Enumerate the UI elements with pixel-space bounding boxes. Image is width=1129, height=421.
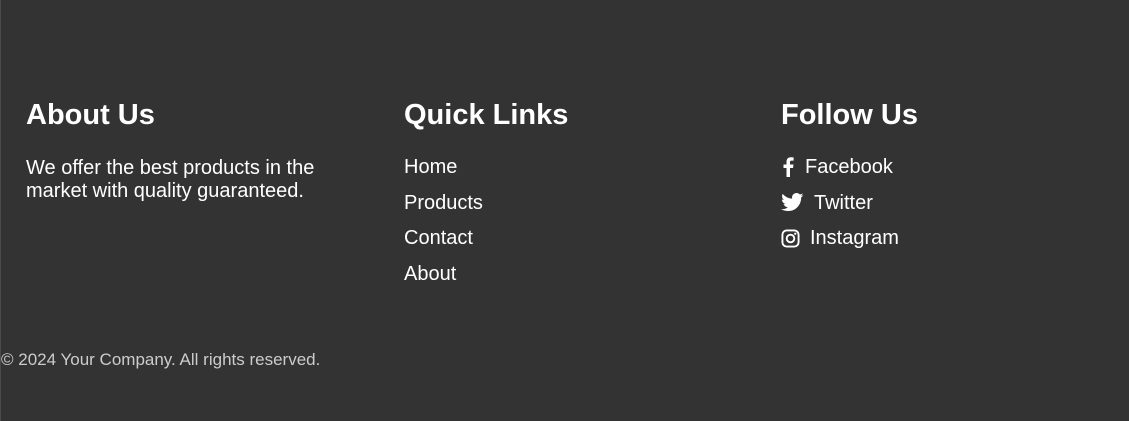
about-section: About Us We offer the best products in t…: [26, 98, 346, 203]
site-footer: About Us We offer the best products in t…: [0, 0, 1129, 421]
follow-section: Follow Us Facebook Twitter Instagram: [781, 98, 1101, 262]
social-link-facebook[interactable]: Facebook: [781, 155, 1101, 179]
social-label-instagram: Instagram: [810, 227, 899, 249]
social-link-twitter[interactable]: Twitter: [781, 191, 1101, 215]
quick-links-section: Quick Links Home Products Contact About: [404, 98, 724, 297]
social-label-facebook: Facebook: [805, 156, 893, 178]
link-products[interactable]: Products: [404, 191, 724, 215]
social-links-list: Facebook Twitter Instagram: [781, 155, 1101, 250]
link-home[interactable]: Home: [404, 155, 724, 179]
about-title: About Us: [26, 99, 155, 131]
copyright-text: © 2024 Your Company. All rights reserved…: [1, 350, 321, 369]
follow-title: Follow Us: [781, 99, 918, 131]
link-about[interactable]: About: [404, 262, 724, 286]
facebook-icon: [781, 157, 795, 177]
social-label-twitter: Twitter: [814, 191, 873, 214]
quick-links-title: Quick Links: [404, 99, 569, 131]
instagram-icon: [781, 228, 800, 248]
about-text: We offer the best products in the market…: [26, 157, 315, 202]
quick-links-list: Home Products Contact About: [404, 155, 724, 286]
twitter-icon: [781, 193, 804, 212]
social-link-instagram[interactable]: Instagram: [781, 226, 1101, 250]
link-contact[interactable]: Contact: [404, 226, 724, 250]
